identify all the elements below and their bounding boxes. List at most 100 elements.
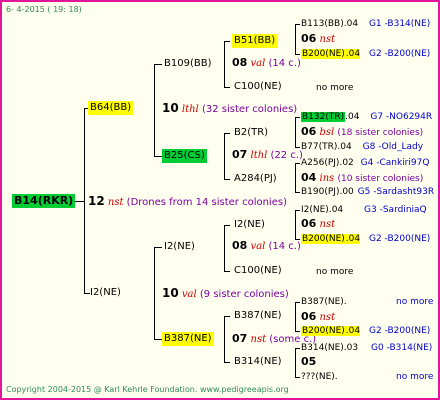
queen-unknown[interactable]: ???(NE) — [301, 372, 335, 382]
queen-i2-l4[interactable]: I2(NE) — [301, 205, 329, 215]
date-header: 6- 4-2015 ( 19: 18) — [6, 5, 82, 14]
queen-b77[interactable]: B77(TR) — [301, 142, 337, 152]
b387-generation: 07 — [232, 332, 248, 345]
root-tag: nst — [107, 197, 124, 208]
l4-row: A256(PJ).02 G4 -Cankiri97Q — [301, 157, 429, 169]
queen-b2[interactable]: B2(TR) — [232, 126, 270, 140]
generation: 05 — [301, 355, 317, 368]
connector — [224, 316, 230, 317]
origin-code: G2 -B200(NE) — [369, 326, 431, 336]
b64-tag: lthl — [181, 104, 199, 115]
connector — [154, 64, 162, 65]
queen-i2[interactable]: I2(NE) — [88, 286, 123, 300]
year: .04 — [345, 326, 361, 336]
no-more-label: no more — [396, 297, 434, 307]
origin-code: G3 -SardiniaQ — [364, 205, 427, 215]
year: .04 — [343, 19, 359, 29]
sister-text: (10 sister colonies) — [337, 174, 424, 184]
root-queen[interactable]: B14(RKR) — [12, 194, 76, 208]
connector — [224, 41, 230, 42]
queen-b25[interactable]: B25(CS) — [162, 149, 207, 163]
connector — [154, 247, 155, 339]
queen-b113[interactable]: B113(BB) — [301, 19, 344, 29]
tag: nst — [319, 34, 336, 45]
year: .04 — [345, 49, 361, 59]
origin-code: G4 -Cankiri97Q — [360, 158, 430, 168]
connector — [224, 225, 225, 271]
i2-l2-tag: val — [250, 241, 266, 252]
queen-b200[interactable]: B200(NE) — [301, 49, 346, 59]
origin-code: G1 -B314(NE) — [368, 19, 431, 29]
queen-b200[interactable]: B200(NE) — [301, 234, 346, 244]
queen-b51[interactable]: B51(BB) — [232, 34, 278, 48]
l4-row: ???(NE). no more — [301, 371, 433, 383]
generation: 06 — [301, 217, 317, 230]
l4-row: I2(NE).04 G3 -SardiniaQ — [301, 204, 427, 216]
l4-drone-row: 05 — [301, 356, 316, 369]
tag: nst — [319, 312, 336, 323]
connector — [154, 156, 162, 157]
connector — [295, 117, 296, 147]
connector — [295, 117, 300, 118]
connector — [295, 163, 300, 164]
i2-l2-drone-info: 08 val (14 c.) — [232, 240, 301, 253]
connector — [295, 147, 300, 148]
no-more-label: no more — [396, 372, 434, 382]
queen-b387-l3[interactable]: B387(NE) — [232, 309, 284, 323]
l4-row: B200(NE).04 G2 -B200(NE) — [301, 48, 430, 60]
tag: bsl — [319, 127, 335, 138]
l4-row: B200(NE).04 G2 -B200(NE) — [301, 325, 430, 337]
l4-row: B77(TR).04 G8 -Old_Lady — [301, 141, 423, 153]
copyright-footer: Copyright 2004-2015 @ Karl Kehrle Founda… — [6, 385, 289, 394]
connector — [224, 41, 225, 87]
connector — [295, 348, 300, 349]
l4-row: B113(BB).04 G1 -B314(NE) — [301, 18, 430, 30]
connector — [224, 316, 225, 362]
l4-row: B132(TR).04 G7 -NO6294R — [301, 111, 432, 123]
year: . — [343, 297, 347, 307]
queen-b109[interactable]: B109(BB) — [162, 57, 213, 71]
queen-a256[interactable]: A256(PJ) — [301, 158, 339, 168]
connector — [224, 133, 225, 179]
root-generation: 12 — [88, 194, 105, 208]
sister-text: (18 sister colonies) — [337, 128, 424, 138]
queen-i2-l2[interactable]: I2(NE) — [162, 240, 197, 254]
root-drone-info: 12 nst (Drones from 14 sister colonies) — [88, 195, 287, 209]
queen-b190[interactable]: B190(PJ) — [301, 187, 339, 197]
connector — [154, 64, 155, 156]
queen-b132[interactable]: B132(TR) — [301, 112, 346, 122]
b387-tag: nst — [250, 334, 267, 345]
connector — [84, 108, 85, 294]
queen-b387-l4[interactable]: B387(NE) — [301, 297, 344, 307]
b25-tag: lthl — [250, 150, 268, 161]
queen-i2-l3[interactable]: I2(NE) — [232, 218, 267, 232]
connector — [224, 225, 230, 226]
queen-c100-a[interactable]: C100(NE) — [232, 80, 284, 94]
connector — [224, 362, 230, 363]
queen-b314[interactable]: B314(NE) — [232, 355, 284, 369]
origin-code: G0 -B314(NE) — [371, 343, 433, 353]
l4-row: B314(NE).03 G0 -B314(NE) — [301, 342, 432, 354]
queen-a284[interactable]: A284(PJ) — [232, 172, 279, 186]
queen-b387[interactable]: B387(NE) — [162, 332, 214, 346]
origin-code: G2 -B200(NE) — [369, 49, 431, 59]
l4-drone-row: 06 nst — [301, 218, 335, 231]
b25-drone-info: 07 lthl (22 c.) — [232, 149, 303, 162]
year: .04 — [345, 234, 361, 244]
year: .02 — [339, 158, 354, 168]
queen-c100-b[interactable]: C100(NE) — [232, 264, 284, 278]
connector — [295, 192, 300, 193]
year: .04 — [328, 205, 344, 215]
queen-b64[interactable]: B64(BB) — [88, 101, 134, 115]
generation: 06 — [301, 32, 317, 45]
connector — [295, 210, 300, 211]
year: .04 — [337, 142, 352, 152]
b64-generation: 10 — [162, 101, 179, 115]
generation: 04 — [301, 171, 317, 184]
no-more-label: no more — [316, 83, 354, 93]
l4-row: B190(PJ).00 G5 -Sardasht93R — [301, 186, 434, 198]
connector — [224, 133, 230, 134]
generation: 06 — [301, 125, 317, 138]
queen-b200[interactable]: B200(NE) — [301, 326, 346, 336]
queen-b314-l4[interactable]: B314(NE) — [301, 343, 344, 353]
